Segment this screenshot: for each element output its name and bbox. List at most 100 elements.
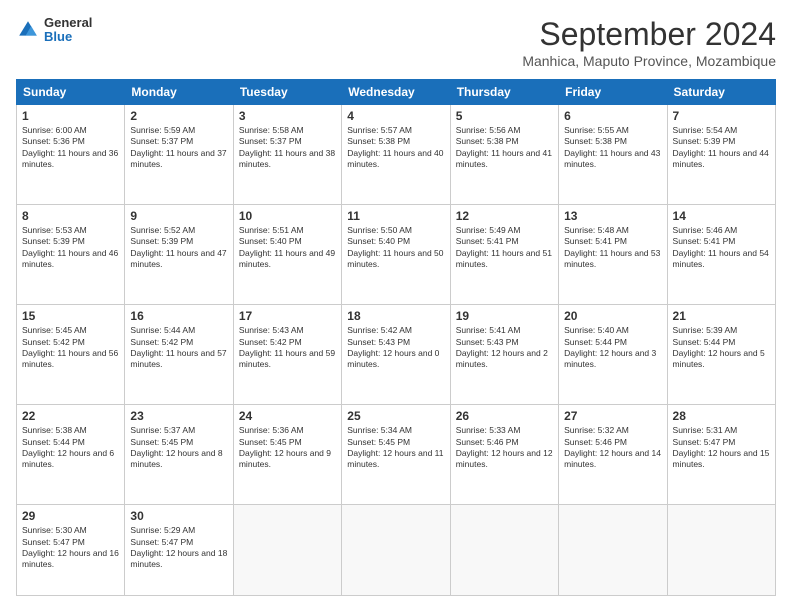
day-number: 1 xyxy=(22,109,119,123)
day-info: Sunrise: 5:52 AMSunset: 5:39 PMDaylight:… xyxy=(130,225,227,271)
day-cell-24: 24 Sunrise: 5:36 AMSunset: 5:45 PMDaylig… xyxy=(233,405,341,505)
day-cell-7: 7 Sunrise: 5:54 AMSunset: 5:39 PMDayligh… xyxy=(667,105,775,205)
day-cell-9: 9 Sunrise: 5:52 AMSunset: 5:39 PMDayligh… xyxy=(125,205,233,305)
day-info: Sunrise: 5:38 AMSunset: 5:44 PMDaylight:… xyxy=(22,425,119,471)
day-number: 27 xyxy=(564,409,661,423)
day-number: 8 xyxy=(22,209,119,223)
day-cell-22: 22 Sunrise: 5:38 AMSunset: 5:44 PMDaylig… xyxy=(17,405,125,505)
day-cell-26: 26 Sunrise: 5:33 AMSunset: 5:46 PMDaylig… xyxy=(450,405,558,505)
day-cell-2: 2 Sunrise: 5:59 AMSunset: 5:37 PMDayligh… xyxy=(125,105,233,205)
empty-cell xyxy=(233,505,341,596)
month-title: September 2024 xyxy=(522,16,776,53)
day-info: Sunrise: 5:41 AMSunset: 5:43 PMDaylight:… xyxy=(456,325,553,371)
day-cell-14: 14 Sunrise: 5:46 AMSunset: 5:41 PMDaylig… xyxy=(667,205,775,305)
empty-cell xyxy=(342,505,450,596)
day-info: Sunrise: 5:43 AMSunset: 5:42 PMDaylight:… xyxy=(239,325,336,371)
day-number: 10 xyxy=(239,209,336,223)
col-sunday: Sunday xyxy=(17,80,125,105)
day-cell-20: 20 Sunrise: 5:40 AMSunset: 5:44 PMDaylig… xyxy=(559,305,667,405)
day-number: 22 xyxy=(22,409,119,423)
day-info: Sunrise: 5:45 AMSunset: 5:42 PMDaylight:… xyxy=(22,325,119,371)
day-number: 18 xyxy=(347,309,444,323)
day-cell-3: 3 Sunrise: 5:58 AMSunset: 5:37 PMDayligh… xyxy=(233,105,341,205)
day-cell-16: 16 Sunrise: 5:44 AMSunset: 5:42 PMDaylig… xyxy=(125,305,233,405)
day-cell-12: 12 Sunrise: 5:49 AMSunset: 5:41 PMDaylig… xyxy=(450,205,558,305)
day-number: 28 xyxy=(673,409,770,423)
day-cell-28: 28 Sunrise: 5:31 AMSunset: 5:47 PMDaylig… xyxy=(667,405,775,505)
title-section: September 2024 Manhica, Maputo Province,… xyxy=(522,16,776,69)
day-cell-5: 5 Sunrise: 5:56 AMSunset: 5:38 PMDayligh… xyxy=(450,105,558,205)
logo: General Blue xyxy=(16,16,92,45)
day-cell-8: 8 Sunrise: 5:53 AMSunset: 5:39 PMDayligh… xyxy=(17,205,125,305)
empty-cell xyxy=(559,505,667,596)
day-info: Sunrise: 5:53 AMSunset: 5:39 PMDaylight:… xyxy=(22,225,119,271)
day-cell-10: 10 Sunrise: 5:51 AMSunset: 5:40 PMDaylig… xyxy=(233,205,341,305)
day-info: Sunrise: 5:48 AMSunset: 5:41 PMDaylight:… xyxy=(564,225,661,271)
logo-blue: Blue xyxy=(44,30,92,44)
day-info: Sunrise: 5:42 AMSunset: 5:43 PMDaylight:… xyxy=(347,325,444,371)
day-cell-17: 17 Sunrise: 5:43 AMSunset: 5:42 PMDaylig… xyxy=(233,305,341,405)
calendar-header-row: Sunday Monday Tuesday Wednesday Thursday… xyxy=(17,80,776,105)
day-cell-25: 25 Sunrise: 5:34 AMSunset: 5:45 PMDaylig… xyxy=(342,405,450,505)
header: General Blue September 2024 Manhica, Map… xyxy=(16,16,776,69)
day-number: 16 xyxy=(130,309,227,323)
col-friday: Friday xyxy=(559,80,667,105)
day-cell-6: 6 Sunrise: 5:55 AMSunset: 5:38 PMDayligh… xyxy=(559,105,667,205)
day-number: 24 xyxy=(239,409,336,423)
day-number: 29 xyxy=(22,509,119,523)
day-info: Sunrise: 5:55 AMSunset: 5:38 PMDaylight:… xyxy=(564,125,661,171)
day-info: Sunrise: 5:36 AMSunset: 5:45 PMDaylight:… xyxy=(239,425,336,471)
day-number: 4 xyxy=(347,109,444,123)
day-number: 12 xyxy=(456,209,553,223)
week-row-1: 1 Sunrise: 6:00 AMSunset: 5:36 PMDayligh… xyxy=(17,105,776,205)
day-cell-29: 29 Sunrise: 5:30 AMSunset: 5:47 PMDaylig… xyxy=(17,505,125,596)
day-number: 3 xyxy=(239,109,336,123)
day-info: Sunrise: 5:54 AMSunset: 5:39 PMDaylight:… xyxy=(673,125,770,171)
day-info: Sunrise: 5:31 AMSunset: 5:47 PMDaylight:… xyxy=(673,425,770,471)
day-info: Sunrise: 5:33 AMSunset: 5:46 PMDaylight:… xyxy=(456,425,553,471)
day-info: Sunrise: 5:51 AMSunset: 5:40 PMDaylight:… xyxy=(239,225,336,271)
day-number: 15 xyxy=(22,309,119,323)
day-info: Sunrise: 5:39 AMSunset: 5:44 PMDaylight:… xyxy=(673,325,770,371)
day-info: Sunrise: 5:30 AMSunset: 5:47 PMDaylight:… xyxy=(22,525,119,571)
day-number: 26 xyxy=(456,409,553,423)
day-cell-4: 4 Sunrise: 5:57 AMSunset: 5:38 PMDayligh… xyxy=(342,105,450,205)
logo-text: General Blue xyxy=(44,16,92,45)
day-info: Sunrise: 5:44 AMSunset: 5:42 PMDaylight:… xyxy=(130,325,227,371)
day-number: 2 xyxy=(130,109,227,123)
day-number: 5 xyxy=(456,109,553,123)
week-row-2: 8 Sunrise: 5:53 AMSunset: 5:39 PMDayligh… xyxy=(17,205,776,305)
day-number: 20 xyxy=(564,309,661,323)
day-cell-1: 1 Sunrise: 6:00 AMSunset: 5:36 PMDayligh… xyxy=(17,105,125,205)
day-cell-27: 27 Sunrise: 5:32 AMSunset: 5:46 PMDaylig… xyxy=(559,405,667,505)
day-number: 23 xyxy=(130,409,227,423)
day-cell-19: 19 Sunrise: 5:41 AMSunset: 5:43 PMDaylig… xyxy=(450,305,558,405)
day-cell-30: 30 Sunrise: 5:29 AMSunset: 5:47 PMDaylig… xyxy=(125,505,233,596)
day-info: Sunrise: 5:46 AMSunset: 5:41 PMDaylight:… xyxy=(673,225,770,271)
day-info: Sunrise: 5:57 AMSunset: 5:38 PMDaylight:… xyxy=(347,125,444,171)
week-row-5: 29 Sunrise: 5:30 AMSunset: 5:47 PMDaylig… xyxy=(17,505,776,596)
day-info: Sunrise: 5:59 AMSunset: 5:37 PMDaylight:… xyxy=(130,125,227,171)
logo-general: General xyxy=(44,16,92,30)
day-cell-13: 13 Sunrise: 5:48 AMSunset: 5:41 PMDaylig… xyxy=(559,205,667,305)
col-saturday: Saturday xyxy=(667,80,775,105)
location-title: Manhica, Maputo Province, Mozambique xyxy=(522,53,776,69)
day-number: 19 xyxy=(456,309,553,323)
day-info: Sunrise: 5:58 AMSunset: 5:37 PMDaylight:… xyxy=(239,125,336,171)
day-info: Sunrise: 5:50 AMSunset: 5:40 PMDaylight:… xyxy=(347,225,444,271)
day-number: 7 xyxy=(673,109,770,123)
day-number: 21 xyxy=(673,309,770,323)
col-thursday: Thursday xyxy=(450,80,558,105)
col-monday: Monday xyxy=(125,80,233,105)
day-number: 6 xyxy=(564,109,661,123)
page: General Blue September 2024 Manhica, Map… xyxy=(0,0,792,612)
day-number: 30 xyxy=(130,509,227,523)
day-info: Sunrise: 5:32 AMSunset: 5:46 PMDaylight:… xyxy=(564,425,661,471)
day-cell-23: 23 Sunrise: 5:37 AMSunset: 5:45 PMDaylig… xyxy=(125,405,233,505)
day-cell-18: 18 Sunrise: 5:42 AMSunset: 5:43 PMDaylig… xyxy=(342,305,450,405)
day-cell-11: 11 Sunrise: 5:50 AMSunset: 5:40 PMDaylig… xyxy=(342,205,450,305)
day-cell-15: 15 Sunrise: 5:45 AMSunset: 5:42 PMDaylig… xyxy=(17,305,125,405)
week-row-3: 15 Sunrise: 5:45 AMSunset: 5:42 PMDaylig… xyxy=(17,305,776,405)
empty-cell xyxy=(450,505,558,596)
day-info: Sunrise: 6:00 AMSunset: 5:36 PMDaylight:… xyxy=(22,125,119,171)
